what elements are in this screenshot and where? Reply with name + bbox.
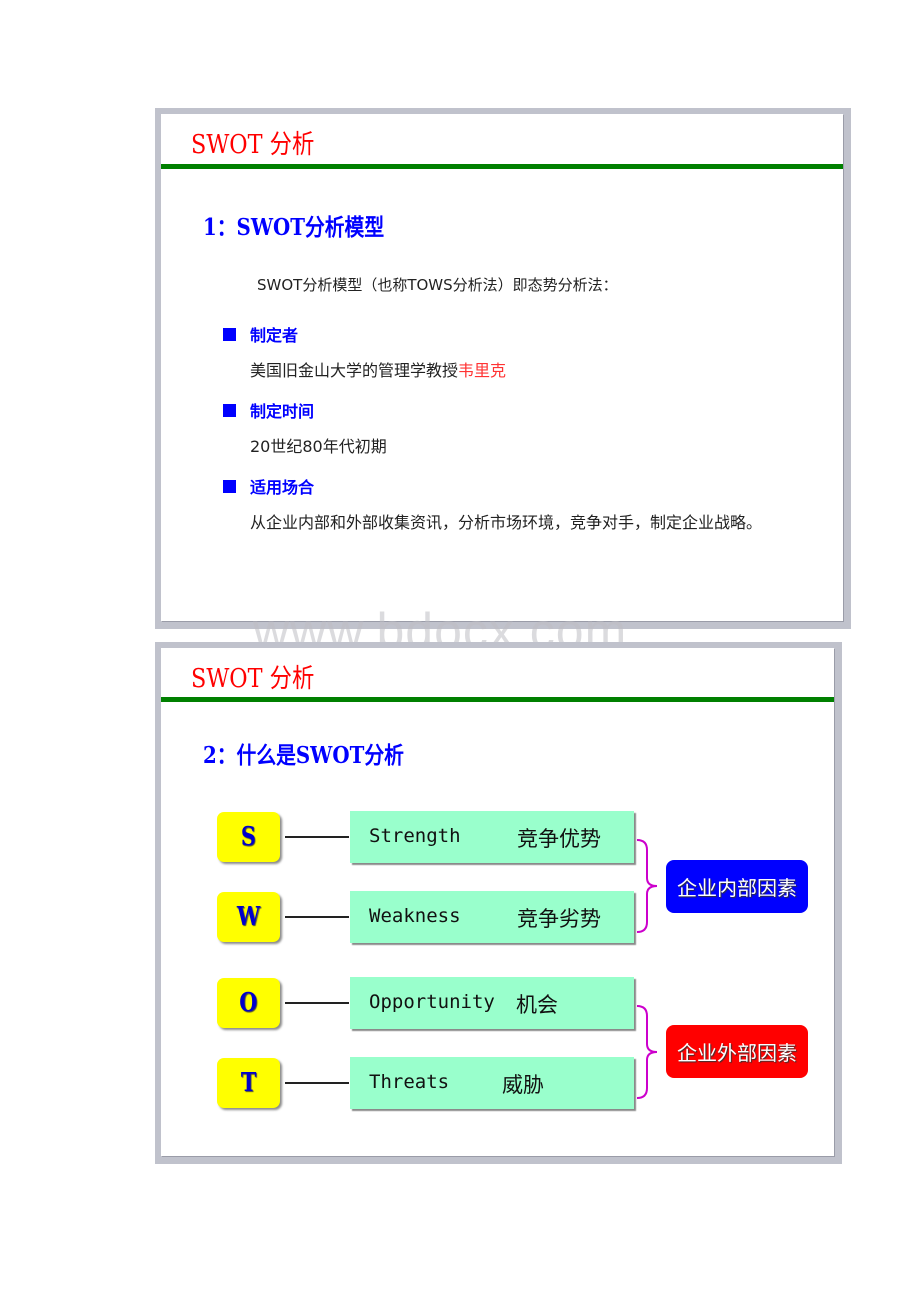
intro-text: SWOT分析模型（也称TOWS分析法）即态势分析法： — [257, 276, 618, 294]
bullet-body: 20世纪80年代初期 — [250, 437, 387, 456]
bullet-body: 美国旧金山大学的管理学教授韦里克 — [250, 356, 790, 386]
letter-box-s: S — [217, 812, 280, 862]
slide-title: SWOT 分析 — [191, 130, 315, 160]
bullet-square-icon — [223, 327, 236, 341]
item-chinese: 威胁 — [502, 1073, 544, 1097]
bullet-label: 制定时间 — [250, 402, 315, 421]
bullet-body-text: 美国旧金山大学的管理学教授 — [250, 361, 459, 380]
section-heading: 1：SWOT分析模型 — [203, 214, 385, 241]
bullet-author: 制定者 美国旧金山大学的管理学教授韦里克 — [223, 322, 790, 386]
brace-external-icon — [636, 1005, 658, 1099]
item-chinese: 竞争优势 — [517, 827, 601, 851]
brace-internal-icon — [636, 839, 658, 933]
title-divider — [161, 697, 834, 702]
connector-line — [285, 1002, 349, 1004]
bullet-time: 制定时间 20世纪80年代初期 — [223, 398, 790, 462]
group-external-factors: 企业外部因素 — [666, 1025, 808, 1078]
bullet-square-icon — [223, 479, 236, 493]
item-english: Weakness — [369, 905, 461, 927]
slide-2-canvas: SWOT 分析 2：什么是SWOT分析 S Strength 竞争优势 W We… — [161, 648, 834, 1156]
section-heading: 2：什么是SWOT分析 — [203, 742, 404, 769]
item-english: Opportunity — [369, 991, 495, 1013]
connector-line — [285, 916, 349, 918]
item-english: Threats — [369, 1071, 450, 1093]
item-english: Strength — [369, 825, 461, 847]
bullet-square-icon — [223, 403, 236, 417]
bullet-label: 适用场合 — [250, 478, 315, 497]
slide-1: SWOT 分析 1：SWOT分析模型 SWOT分析模型（也称TOWS分析法）即态… — [155, 108, 851, 629]
letter-box-o: O — [217, 978, 280, 1028]
title-divider — [161, 164, 843, 169]
item-chinese: 竞争劣势 — [517, 907, 601, 931]
connector-line — [285, 836, 349, 838]
letter-box-t: T — [217, 1058, 280, 1108]
item-strength: Strength 竞争优势 — [350, 811, 634, 863]
item-opportunity: Opportunity 机会 — [350, 977, 634, 1029]
slide-title: SWOT 分析 — [191, 664, 315, 694]
item-chinese: 机会 — [516, 993, 558, 1017]
slide-2: SWOT 分析 2：什么是SWOT分析 S Strength 竞争优势 W We… — [155, 642, 842, 1164]
group-internal-factors: 企业内部因素 — [666, 860, 808, 913]
item-threats: Threats 威胁 — [350, 1057, 634, 1109]
connector-line — [285, 1082, 349, 1084]
bullet-label: 制定者 — [250, 326, 299, 345]
item-weakness: Weakness 竞争劣势 — [350, 891, 634, 943]
bullet-usage: 适用场合 从企业内部和外部收集资讯，分析市场环境，竞争对手，制定企业战略。 — [223, 474, 790, 538]
highlighted-name: 韦里克 — [458, 361, 507, 380]
slide-1-canvas: SWOT 分析 1：SWOT分析模型 SWOT分析模型（也称TOWS分析法）即态… — [161, 114, 843, 621]
bullet-body: 从企业内部和外部收集资讯，分析市场环境，竞争对手，制定企业战略。 — [250, 513, 763, 532]
letter-box-w: W — [217, 892, 280, 942]
